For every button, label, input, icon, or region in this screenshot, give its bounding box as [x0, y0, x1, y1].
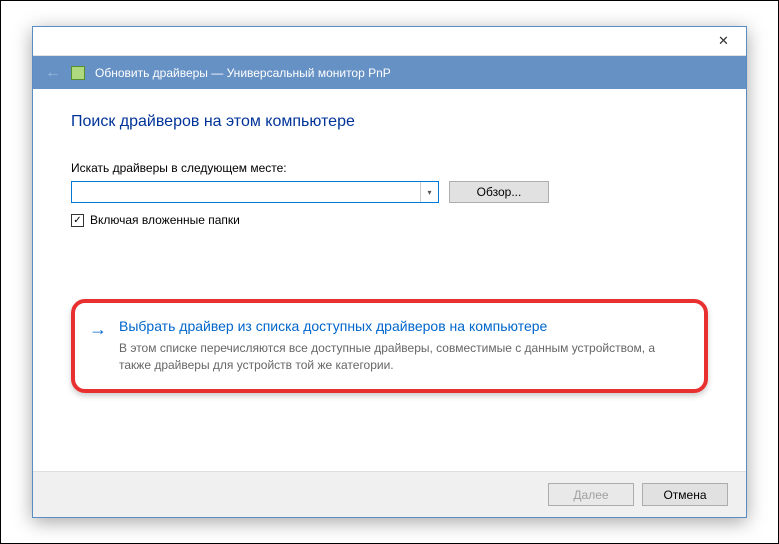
path-input[interactable]	[72, 182, 420, 202]
include-subfolders-checkbox[interactable]: ✓	[71, 214, 84, 227]
close-button[interactable]: ✕	[701, 27, 746, 56]
back-arrow-icon[interactable]: ←	[45, 64, 61, 82]
wizard-header: ← Обновить драйверы — Универсальный мони…	[33, 56, 746, 89]
dropdown-arrow-icon[interactable]: ▾	[420, 182, 438, 202]
pick-from-list-option[interactable]: → Выбрать драйвер из списка доступных др…	[71, 299, 708, 393]
wizard-title: Обновить драйверы — Универсальный монито…	[95, 66, 391, 80]
include-subfolders-label: Включая вложенные папки	[90, 213, 240, 227]
path-row: ▾ Обзор...	[71, 181, 708, 203]
driver-update-wizard-window: ✕ ← Обновить драйверы — Универсальный мо…	[32, 26, 747, 518]
include-subfolders-row: ✓ Включая вложенные папки	[71, 213, 708, 227]
device-icon	[71, 66, 85, 80]
cancel-button[interactable]: Отмена	[642, 483, 728, 506]
option-title: Выбрать драйвер из списка доступных драй…	[119, 317, 686, 336]
wizard-footer: Далее Отмена	[33, 471, 746, 517]
search-location-label: Искать драйверы в следующем месте:	[71, 161, 708, 175]
path-combobox[interactable]: ▾	[71, 181, 439, 203]
titlebar: ✕	[33, 27, 746, 56]
arrow-right-icon: →	[89, 319, 107, 373]
close-icon: ✕	[718, 33, 729, 49]
next-button: Далее	[548, 483, 634, 506]
content-area: Поиск драйверов на этом компьютере Искат…	[33, 89, 746, 393]
option-description: В этом списке перечисляются все доступны…	[119, 340, 686, 374]
page-heading: Поиск драйверов на этом компьютере	[71, 113, 708, 131]
browse-button[interactable]: Обзор...	[449, 181, 549, 203]
option-text-block: Выбрать драйвер из списка доступных драй…	[119, 317, 686, 373]
